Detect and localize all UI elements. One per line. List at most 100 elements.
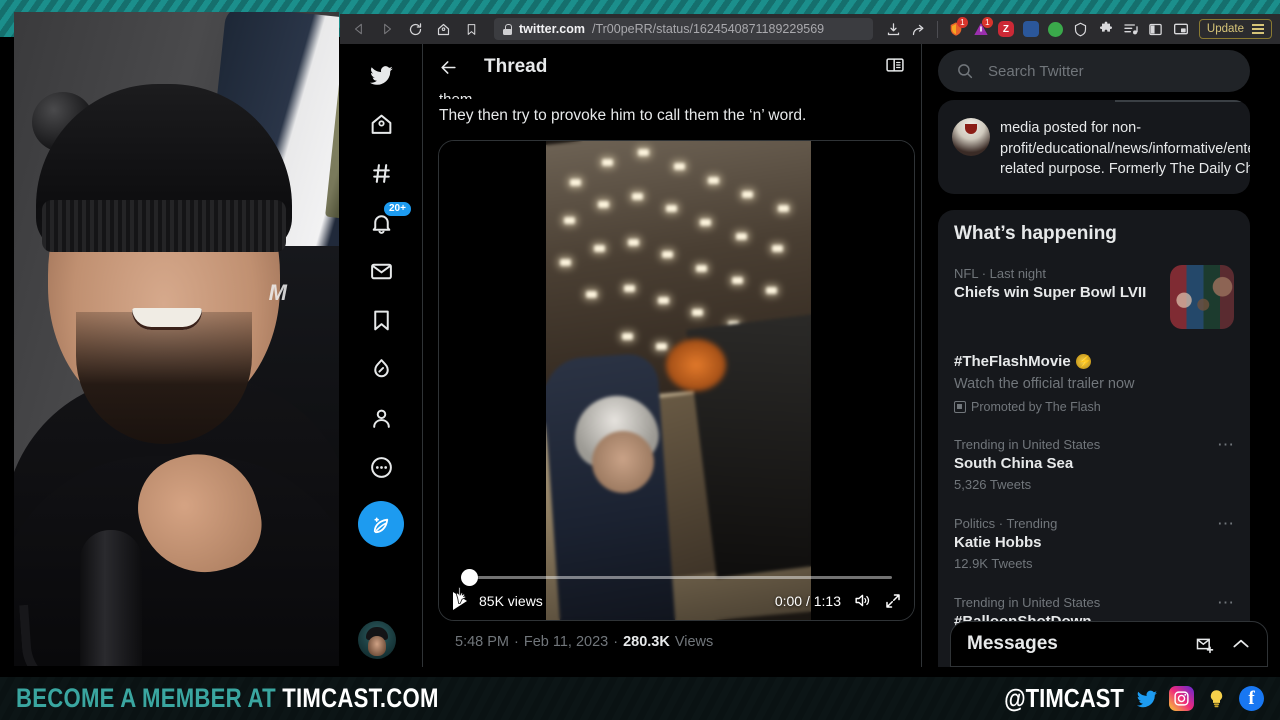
bookmark-icon[interactable]	[458, 17, 484, 41]
twitter-icon[interactable]	[1134, 686, 1159, 711]
flash-badge-icon	[1075, 352, 1092, 372]
puzzle-extensions-icon[interactable]	[1095, 18, 1117, 40]
trend-item-katie-hobbs[interactable]: Politics · Trending Katie Hobbs 12.9K Tw…	[938, 505, 1250, 584]
trend-item-south-china-sea[interactable]: Trending in United States South China Se…	[938, 426, 1250, 505]
social-handle: @TIMCAST	[1004, 683, 1124, 713]
search-input[interactable]	[988, 62, 1232, 80]
video-control-row: 85K views 0:00 / 1:13	[451, 588, 902, 610]
page-title: Thread	[484, 56, 548, 77]
trend-category: NFL · Last night	[954, 265, 1047, 281]
badge-count: 1	[956, 17, 968, 28]
screen: M twitter.com/Tr00peRR/status/1624540871…	[0, 0, 1280, 720]
mouse-cursor-icon	[455, 586, 466, 604]
sidebar-item-twitter-blue[interactable]	[358, 346, 404, 392]
video-scrubber[interactable]	[451, 566, 902, 604]
trend-subtitle: Watch the official trailer now	[954, 375, 1135, 392]
lower-third-banner: BECOME A MEMBER AT TIMCAST.COM @TIMCAST …	[0, 677, 1280, 720]
browser-window: twitter.com/Tr00peRR/status/162454087118…	[340, 14, 1280, 667]
back-arrow-icon[interactable]	[439, 58, 458, 77]
update-button[interactable]: Update	[1198, 19, 1272, 39]
office-extension-icon[interactable]	[1020, 18, 1042, 40]
facebook-icon[interactable]: f	[1239, 686, 1264, 711]
trend-name: Katie Hobbs	[954, 533, 1042, 551]
tweet-text-clipped: them.	[439, 90, 905, 99]
triangle-extension-icon[interactable]: 1	[970, 17, 993, 40]
twitter-app: 20+ Thread They then try to provoke him …	[340, 44, 1280, 667]
toolbar-divider	[936, 20, 938, 38]
sidebar-item-notifications[interactable]: 20+	[358, 199, 413, 245]
address-bar[interactable]: twitter.com/Tr00peRR/status/162454087118…	[494, 18, 873, 40]
sidebar-item-explore[interactable]	[358, 150, 404, 196]
cta-site: TIMCAST.COM	[282, 683, 439, 713]
video-views-label: 85K views	[479, 592, 543, 609]
promoted-label: Promoted by The Flash	[971, 399, 1101, 414]
avatar[interactable]	[358, 621, 396, 659]
compose-tweet-button[interactable]	[358, 501, 404, 547]
tweet-video-player[interactable]: 85K views 0:00 / 1:13	[438, 140, 915, 621]
share-icon[interactable]	[908, 18, 930, 40]
sidebar-item-home[interactable]	[358, 101, 404, 147]
playlist-icon[interactable]	[1120, 18, 1142, 40]
tweet-time: 5:48 PM	[455, 634, 509, 650]
trend-name: #TheFlashMovie	[954, 352, 1234, 372]
messages-title: Messages	[967, 633, 1058, 654]
fullscreen-icon[interactable]	[884, 592, 902, 610]
home-icon[interactable]	[430, 17, 456, 41]
minds-bulb-icon[interactable]	[1204, 686, 1229, 711]
sidebar-item-profile[interactable]	[358, 395, 404, 441]
hover-card-avatar[interactable]	[952, 118, 990, 156]
browser-toolbar: twitter.com/Tr00peRR/status/162454087118…	[340, 14, 1280, 44]
badge-count: 1	[981, 17, 993, 28]
brave-shields-extension-icon[interactable]: 1	[945, 17, 968, 40]
volume-on-icon[interactable]	[853, 591, 872, 610]
trend-name: Chiefs win Super Bowl LVII	[954, 283, 1147, 301]
messages-dock[interactable]: Messages	[950, 621, 1268, 667]
reload-icon[interactable]	[402, 17, 428, 41]
menu-icon[interactable]	[1252, 23, 1264, 35]
green-circle-extension-icon[interactable]	[1045, 18, 1067, 40]
video-frame	[546, 141, 811, 620]
host-mouth	[132, 308, 202, 330]
microphone	[80, 530, 142, 666]
membership-cta: BECOME A MEMBER AT TIMCAST.COM	[16, 683, 439, 714]
back-arrow-icon[interactable]	[346, 17, 372, 41]
promoted-icon	[954, 400, 966, 413]
shield-extension-icon[interactable]	[1070, 18, 1092, 40]
forward-arrow-icon[interactable]	[374, 17, 400, 41]
trend-item-promoted[interactable]: #TheFlashMovie Watch the official traile…	[938, 341, 1250, 426]
search-bar[interactable]	[938, 50, 1250, 92]
sidebar-icon[interactable]	[1145, 18, 1167, 40]
trend-count: 5,326 Tweets	[954, 476, 1032, 492]
tweet-date: Feb 11, 2023	[523, 634, 609, 650]
zotero-extension-icon[interactable]: Z	[995, 18, 1017, 40]
tweet-meta: 5:48 PM · Feb 11, 2023 · 280.3K Views	[439, 621, 905, 650]
video-blur-layer	[546, 141, 811, 620]
twitter-logo-icon[interactable]	[358, 52, 404, 98]
pip-icon[interactable]	[1170, 18, 1192, 40]
social-row: @TIMCAST f	[983, 683, 1264, 714]
new-message-icon[interactable]	[1195, 634, 1215, 654]
url-path: /Tr00peRR/status/1624540871189229569	[592, 22, 825, 36]
trend-category: Trending in United States	[954, 594, 1101, 610]
instagram-icon[interactable]	[1169, 686, 1194, 711]
reader-mode-icon[interactable]	[885, 55, 905, 80]
search-icon	[956, 62, 974, 80]
more-ellipsis-icon[interactable]: ⋯	[1217, 594, 1234, 611]
downloads-icon[interactable]	[883, 18, 905, 40]
more-ellipsis-icon[interactable]: ⋯	[1217, 515, 1234, 532]
video-progress-knob[interactable]	[461, 568, 478, 586]
tweet-text: They then try to provoke him to call the…	[439, 107, 807, 124]
sidebar-item-more[interactable]	[358, 444, 404, 490]
more-ellipsis-icon[interactable]: ⋯	[1217, 436, 1234, 453]
url-host: twitter.com	[519, 22, 585, 36]
meta-separator-2: ·	[613, 634, 619, 650]
chevron-up-icon[interactable]	[1231, 634, 1251, 654]
sidebar-item-messages[interactable]	[358, 248, 404, 294]
sidebar-item-bookmarks[interactable]	[358, 297, 404, 343]
trend-item-nfl[interactable]: NFL · Last night Chiefs win Super Bowl L…	[938, 255, 1250, 341]
lock-icon	[503, 23, 512, 35]
video-progress-track	[469, 575, 892, 579]
thread-column: Thread them. They then try to provoke hi…	[422, 44, 922, 667]
trend-count: 12.9K Tweets	[954, 555, 1033, 571]
video-time-display: 0:00 / 1:13	[774, 592, 841, 609]
